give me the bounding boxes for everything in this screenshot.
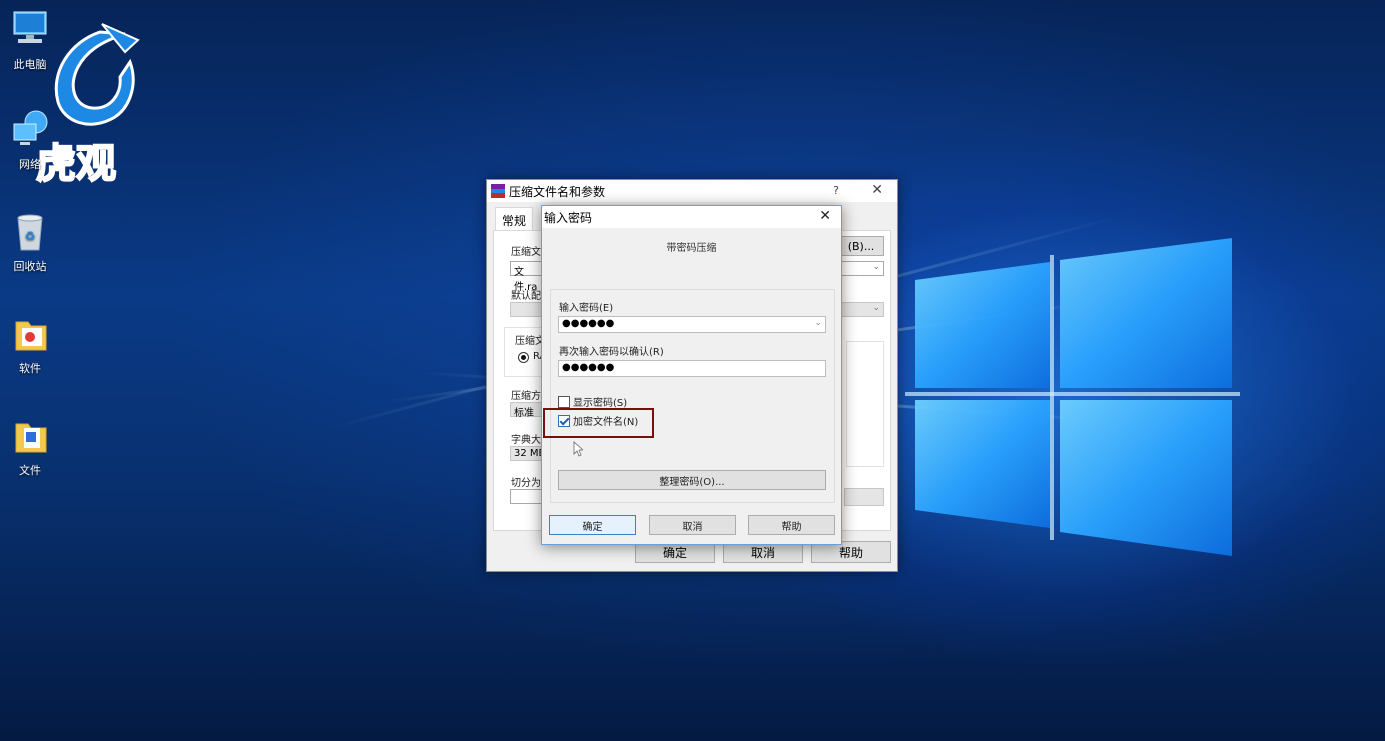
show-password-checkbox[interactable] [558, 395, 570, 408]
browse-button[interactable]: (B)... [838, 236, 884, 256]
chevron-down-icon: ⌄ [814, 318, 822, 328]
chevron-down-icon: ⌄ [872, 303, 880, 313]
desktop-icon-label: 网络 [19, 158, 41, 171]
archive-dialog-title: 压缩文件名和参数 [509, 184, 606, 199]
options-group [846, 341, 884, 467]
mouse-cursor-icon [573, 441, 583, 457]
settings-button[interactable] [844, 488, 884, 506]
profile-label: 默认配 [511, 291, 541, 302]
desktop-icon-software-folder[interactable]: 软件 [0, 312, 60, 376]
desktop-icon-network[interactable]: 网络 [0, 108, 60, 172]
desktop-icon-label: 此电脑 [13, 58, 47, 71]
network-icon [8, 108, 52, 152]
desktop-icon-label: 回收站 [13, 260, 47, 273]
dictionary-label: 字典大 [511, 435, 541, 446]
close-icon[interactable]: ✕ [819, 208, 831, 224]
format-radio[interactable] [518, 352, 529, 363]
help-icon[interactable]: ? [833, 184, 839, 197]
archive-name-dropdown[interactable]: ⌄ [840, 261, 884, 276]
password-dialog: 输入密码 ✕ 带密码压缩 输入密码(E) ●●●●●● ⌄ 再次输入密码以确认(… [541, 205, 842, 545]
confirm-password-label: 再次输入密码以确认(R) [559, 347, 664, 358]
format-group: 压缩文 RA [504, 327, 546, 377]
password-cancel-button[interactable]: 取消 [649, 515, 736, 535]
computer-icon [8, 8, 52, 52]
enter-password-input[interactable]: ●●●●●● ⌄ [558, 316, 826, 333]
annotation-highlight-box [543, 408, 654, 438]
recycle-bin-icon: ♻ [8, 210, 52, 254]
method-label: 压缩方 [511, 391, 541, 402]
svg-text:♻: ♻ [25, 229, 36, 243]
confirm-password-input[interactable]: ●●●●●● [558, 360, 826, 377]
close-icon[interactable]: ✕ [871, 182, 883, 198]
desktop-icon-this-pc[interactable]: 此电脑 [0, 8, 60, 72]
split-label: 切分为 [511, 478, 541, 489]
password-dialog-subtitle: 带密码压缩 [666, 243, 717, 254]
profile-dropdown[interactable]: ⌄ [840, 302, 884, 317]
archive-name-label: 压缩文 [511, 247, 541, 258]
desktop-icon-files-folder[interactable]: 文件 [0, 414, 60, 478]
winrar-icon [491, 184, 505, 199]
password-ok-button[interactable]: 确定 [549, 515, 636, 535]
organize-passwords-button[interactable]: 整理密码(O)... [558, 470, 826, 490]
show-password-checkbox-row[interactable]: 显示密码(S) [558, 394, 627, 409]
desktop-icon-label: 文件 [19, 464, 41, 477]
show-password-label: 显示密码(S) [573, 398, 628, 409]
folder-icon [8, 312, 52, 356]
desktop-icon-label: 软件 [19, 362, 41, 375]
password-dialog-title: 输入密码 [544, 210, 593, 225]
password-dialog-titlebar[interactable]: 输入密码 [542, 206, 841, 228]
folder-icon [8, 414, 52, 458]
enter-password-value: ●●●●●● [562, 318, 615, 329]
desktop-icon-recycle-bin[interactable]: ♻ 回收站 [0, 210, 60, 274]
enter-password-label: 输入密码(E) [559, 303, 614, 314]
chevron-down-icon: ⌄ [872, 262, 880, 272]
password-help-button[interactable]: 帮助 [748, 515, 835, 535]
